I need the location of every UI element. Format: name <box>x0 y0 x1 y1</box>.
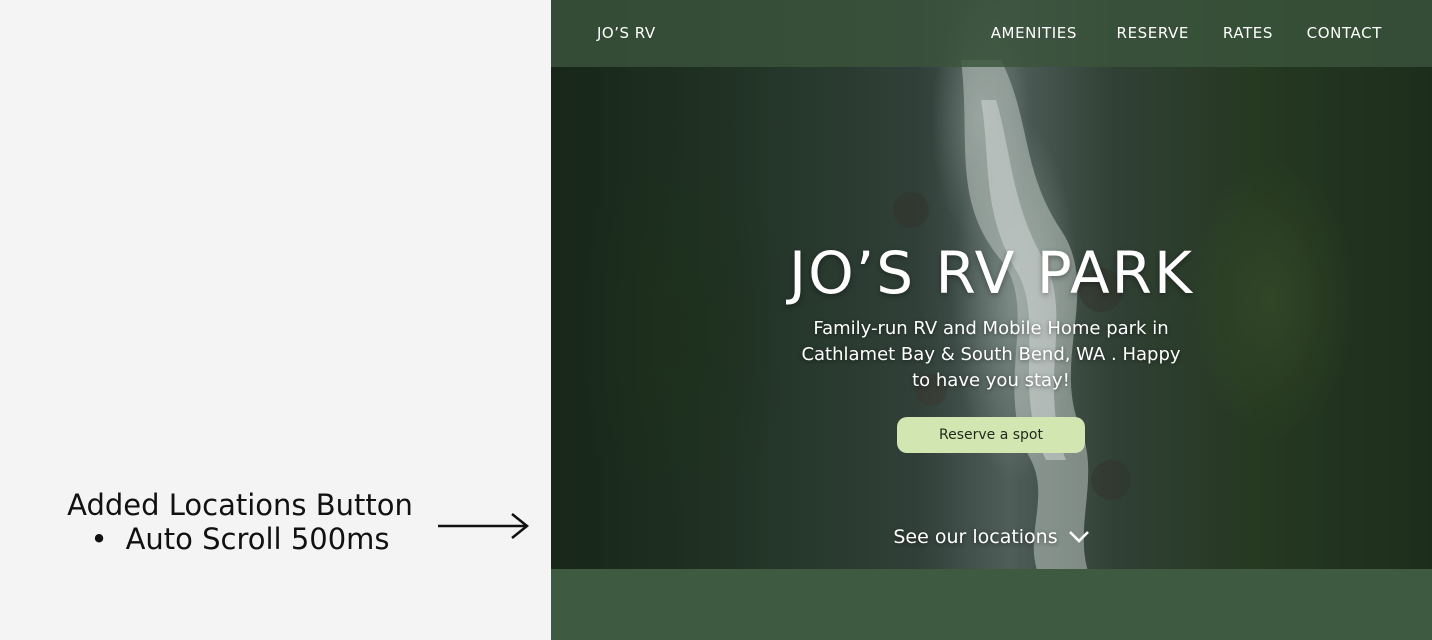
annotation-bullet: Auto Scroll 500ms <box>40 522 440 556</box>
annotation-panel: Added Locations Button Auto Scroll 500ms <box>0 0 551 640</box>
nav-item-reserve[interactable]: RESERVE <box>1117 24 1189 42</box>
reserve-spot-button[interactable]: Reserve a spot <box>897 417 1085 453</box>
hero-title: JO’S RV PARK <box>789 238 1194 307</box>
hero-subtitle: Family-run RV and Mobile Home park in Ca… <box>801 318 1181 391</box>
see-locations-button[interactable]: See our locations <box>551 522 1432 552</box>
brand-logo[interactable]: JO’S RV <box>597 24 656 42</box>
website-preview: JO’S RV AMENITIES RESERVE RATES CONTACT … <box>551 0 1432 640</box>
nav-item-amenities[interactable]: AMENITIES <box>991 24 1077 42</box>
nav-item-rates[interactable]: RATES <box>1223 24 1273 42</box>
annotation-title: Added Locations Button <box>67 488 413 522</box>
see-locations-label: See our locations <box>893 526 1058 548</box>
annotation-note: Added Locations Button Auto Scroll 500ms <box>40 488 440 556</box>
top-navigation-bar: JO’S RV AMENITIES RESERVE RATES CONTACT <box>551 0 1432 67</box>
annotation-bullet-text: Auto Scroll 500ms <box>125 522 390 556</box>
nav-item-contact[interactable]: CONTACT <box>1307 24 1382 42</box>
arrow-right-icon <box>438 513 530 539</box>
hero-section: JO’S RV AMENITIES RESERVE RATES CONTACT … <box>551 0 1432 569</box>
chevron-down-icon <box>1068 531 1089 543</box>
next-section <box>551 569 1432 640</box>
